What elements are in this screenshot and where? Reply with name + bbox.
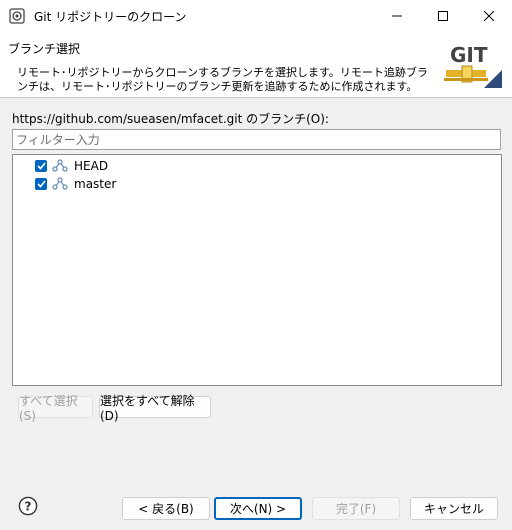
wizard-header: ブランチ選択 リモート･リポジトリーからクローンするブランチを選択します。リモー… — [0, 32, 512, 98]
svg-text:?: ? — [25, 500, 32, 514]
title-bar: Git リポジトリーのクローン — [0, 0, 512, 32]
branch-tree[interactable]: HEAD master — [12, 154, 502, 386]
checkmark-icon — [36, 180, 46, 188]
branch-item-head[interactable]: HEAD — [35, 157, 108, 175]
branch-item-master[interactable]: master — [35, 175, 116, 193]
page-description: リモート･リポジトリーからクローンするブランチを選択します。リモート追跡ブランチ… — [17, 66, 428, 93]
checkmark-icon — [36, 162, 46, 170]
eclipse-app-icon — [9, 8, 25, 24]
cancel-button[interactable]: キャンセル — [410, 497, 498, 520]
page-title: ブランチ選択 — [8, 42, 81, 56]
help-icon[interactable]: ? — [18, 496, 38, 516]
select-all-button[interactable]: すべて選択(S) — [18, 394, 93, 423]
branch-master-checkbox[interactable] — [35, 178, 47, 190]
back-button[interactable]: < 戻る(B) — [122, 497, 210, 520]
branch-head-checkbox[interactable] — [35, 160, 47, 172]
maximize-button[interactable] — [420, 0, 466, 32]
minimize-icon — [392, 15, 402, 17]
next-button[interactable]: 次へ(N) > — [214, 497, 302, 520]
minimize-button[interactable] — [374, 0, 420, 32]
window-title: Git リポジトリーのクローン — [34, 10, 187, 24]
branch-label: HEAD — [74, 159, 109, 173]
filter-input[interactable] — [12, 129, 501, 150]
close-button[interactable] — [466, 0, 512, 32]
git-logo-text: GIT — [450, 43, 488, 67]
branch-icon — [52, 177, 68, 190]
branch-icon — [52, 159, 68, 172]
maximize-icon — [438, 11, 448, 21]
branches-label: https://github.com/sueasen/mfacet.git のブ… — [12, 112, 329, 126]
close-icon — [484, 11, 494, 21]
deselect-all-button[interactable]: 選択をすべて解除(D) — [99, 394, 211, 423]
finish-button[interactable]: 完了(F) — [312, 497, 400, 520]
git-logo-icon: GIT — [444, 43, 502, 88]
branch-label: master — [74, 177, 117, 191]
